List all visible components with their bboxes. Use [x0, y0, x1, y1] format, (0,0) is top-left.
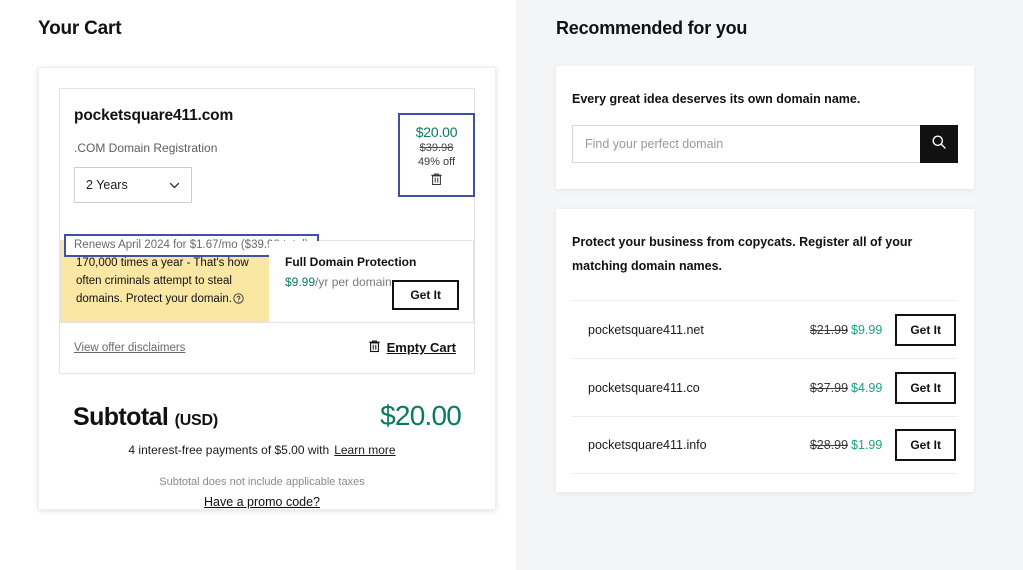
domain-original-price: $28.99 — [809, 438, 849, 453]
promo-code-link[interactable]: Have a promo code? — [204, 495, 320, 509]
recommended-title: Recommended for you — [556, 18, 748, 38]
chevron-down-icon — [168, 179, 181, 192]
trash-icon — [368, 339, 381, 356]
promo-offer-title: Full Domain Protection — [285, 255, 417, 269]
empty-cart-label: Empty Cart — [386, 340, 456, 356]
domain-original-price: $37.99 — [809, 380, 849, 395]
installments-learn-more-link[interactable]: Learn more — [334, 443, 395, 457]
get-it-button[interactable]: Get It — [895, 429, 956, 462]
table-row: pocketsquare411.info $28.99 $1.99 Get It — [572, 416, 958, 475]
page-title: Your Cart — [38, 18, 122, 39]
domain-sale-price: $1.99 — [851, 438, 883, 453]
cart-item: pocketsquare411.com .COM Domain Registra… — [59, 88, 475, 375]
promo-offer: Full Domain Protection $9.99/yr per doma… — [269, 241, 473, 323]
get-it-button[interactable]: Get It — [895, 313, 956, 346]
search-input[interactable] — [572, 124, 920, 163]
recommended-panel: Recommended for you Every great idea des… — [516, 0, 1023, 570]
domain-price: $37.99 $4.99 — [810, 381, 883, 395]
promo-message-text: 170,000 times a year - That's how often … — [76, 257, 249, 305]
promo-offer-suffix: /yr per domain — [315, 275, 392, 289]
installments-text: 4 interest-free payments of $5.00 with — [128, 443, 330, 458]
table-row: pocketsquare411.co $37.99 $4.99 Get It — [572, 358, 958, 416]
trash-icon — [430, 172, 443, 189]
subtotal-row: Subtotal (USD) $20.00 — [59, 374, 475, 432]
cart-item-original-price: $39.98 — [419, 142, 454, 154]
cart-item-discount-badge: 49% off — [417, 156, 456, 168]
cart-item-footer: View offer disclaimers Empty Cart — [60, 323, 474, 375]
cart-card: pocketsquare411.com .COM Domain Registra… — [38, 67, 496, 511]
remove-item-button[interactable] — [406, 172, 467, 189]
domain-sale-price: $9.99 — [851, 322, 883, 337]
cart-item-price: $20.00 — [415, 124, 458, 140]
matching-domains-table: pocketsquare411.net $21.99 $9.99 Get It p… — [572, 300, 958, 475]
domain-price: $28.99 $1.99 — [810, 438, 883, 452]
domain-search-row — [572, 124, 958, 163]
domain-search-card: Every great idea deserves its own domain… — [556, 66, 974, 189]
promo-code-row: Have a promo code? — [59, 494, 475, 509]
empty-cart-button[interactable]: Empty Cart — [368, 339, 456, 356]
cart-panel: Your Cart pocketsquare411.com .COM Domai… — [0, 0, 516, 570]
question-circle-icon[interactable] — [233, 292, 244, 311]
tax-note: Subtotal does not include applicable tax… — [159, 476, 365, 489]
domain-original-price: $21.99 — [809, 322, 849, 337]
get-it-button[interactable]: Get It — [895, 371, 956, 404]
cart-page: Your Cart pocketsquare411.com .COM Domai… — [0, 0, 1023, 570]
subtotal-label: Subtotal (USD) — [73, 403, 218, 432]
domain-price: $21.99 $9.99 — [810, 323, 883, 337]
matching-domains-heading: Protect your business from copycats. Reg… — [572, 234, 913, 273]
view-offer-disclaimers-link[interactable]: View offer disclaimers — [74, 342, 185, 354]
promo-get-it-button[interactable]: Get It — [392, 280, 459, 311]
subtotal-amount: $20.00 — [380, 400, 462, 432]
domain-name: pocketsquare411.co — [588, 380, 700, 395]
subtotal-currency: (USD) — [174, 412, 219, 430]
cart-item-price-highlight: $20.00 $39.98 49% off — [398, 113, 475, 197]
search-icon — [931, 134, 947, 153]
term-select-value: 2 Years — [86, 178, 128, 192]
search-button[interactable] — [920, 124, 958, 163]
term-select[interactable]: 2 Years — [74, 167, 192, 203]
cart-item-header: pocketsquare411.com .COM Domain Registra… — [64, 107, 475, 257]
domain-name: pocketsquare411.net — [588, 322, 704, 337]
promo-offer-amount: $9.99 — [285, 275, 316, 289]
domain-search-heading: Every great idea deserves its own domain… — [572, 92, 861, 106]
domain-sale-price: $4.99 — [851, 380, 883, 395]
installments-note: 4 interest-free payments of $5.00 with Le… — [59, 443, 475, 457]
domain-name: pocketsquare411.info — [588, 438, 707, 453]
table-row: pocketsquare411.net $21.99 $9.99 Get It — [572, 300, 958, 358]
subtotal-label-text: Subtotal — [73, 403, 169, 432]
matching-domains-card: Protect your business from copycats. Reg… — [556, 208, 974, 493]
